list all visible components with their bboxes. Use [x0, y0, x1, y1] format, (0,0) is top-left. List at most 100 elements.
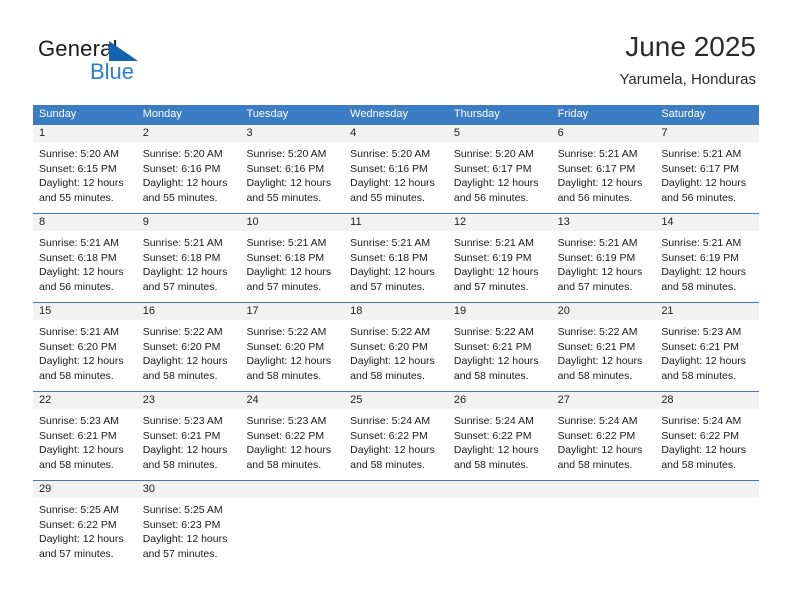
calendar-day-cell[interactable]: 3 Sunrise: 5:20 AM Sunset: 6:16 PM Daylight… [240, 125, 345, 213]
calendar-day-cell[interactable]: 6 Sunrise: 5:21 AM Sunset: 6:17 PM Daylight… [551, 125, 656, 213]
daylight-text-line1: Daylight: 12 hours [142, 177, 228, 189]
daylight-text-line1: Daylight: 12 hours [246, 355, 332, 367]
calendar-day-cell[interactable]: 24 Sunrise: 5:23 AM Sunset: 6:22 PM Dayligh… [240, 392, 345, 480]
day-details: Sunrise: 5:23 AM Sunset: 6:21 PM Daylight:… [33, 409, 137, 472]
sunset-text: Sunset: 6:22 PM [453, 429, 532, 442]
weekday-header-row: Sunday Monday Tuesday Wednesday Thursday… [33, 105, 759, 124]
day-number [240, 481, 345, 498]
daylight-text-line1: Daylight: 12 hours [350, 355, 435, 367]
sunrise-text: Sunrise: 5:21 AM [142, 237, 223, 249]
daylight-text-line2: and 57 minutes. [142, 280, 218, 293]
day-details: Sunrise: 5:22 AM Sunset: 6:21 PM Daylight:… [448, 320, 552, 383]
day-number: 30 [136, 481, 241, 498]
calendar-day-cell[interactable]: 27 Sunrise: 5:24 AM Sunset: 6:22 PM Dayligh… [551, 392, 656, 480]
day-number: 8 [33, 214, 137, 231]
calendar-day-cell[interactable]: 17 Sunrise: 5:22 AM Sunset: 6:20 PM Dayligh… [240, 303, 345, 391]
calendar-day-cell[interactable]: 29 Sunrise: 5:25 AM Sunset: 6:22 PM Dayligh… [33, 481, 137, 569]
sunrise-text: Sunrise: 5:21 AM [39, 237, 119, 249]
calendar-day-cell[interactable]: 8 Sunrise: 5:21 AM Sunset: 6:18 PM Daylight… [33, 214, 137, 302]
calendar-day-cell[interactable]: 26 Sunrise: 5:24 AM Sunset: 6:22 PM Dayligh… [447, 392, 552, 480]
daylight-text-line1: Daylight: 12 hours [350, 177, 435, 189]
day-details: Sunrise: 5:21 AM Sunset: 6:20 PM Daylight:… [33, 320, 137, 383]
day-details: Sunrise: 5:22 AM Sunset: 6:20 PM Daylight:… [240, 320, 344, 383]
calendar-day-cell[interactable]: 4 Sunrise: 5:20 AM Sunset: 6:16 PM Daylight… [344, 125, 448, 213]
calendar-day-cell[interactable]: 30 Sunrise: 5:25 AM Sunset: 6:23 PM Dayligh… [136, 481, 241, 569]
calendar-day-cell[interactable]: 11 Sunrise: 5:21 AM Sunset: 6:18 PM Dayligh… [344, 214, 448, 302]
daylight-text-line1: Daylight: 12 hours [142, 266, 228, 278]
calendar-day-cell[interactable]: 13 Sunrise: 5:21 AM Sunset: 6:19 PM Dayligh… [551, 214, 656, 302]
daylight-text-line2: and 58 minutes. [350, 458, 425, 471]
calendar-week-row: 15 Sunrise: 5:21 AM Sunset: 6:20 PM Dayligh… [33, 302, 760, 391]
sunrise-text: Sunrise: 5:20 AM [453, 148, 534, 160]
daylight-text-line2: and 58 minutes. [39, 369, 114, 382]
day-number: 2 [136, 125, 241, 142]
day-number: 17 [240, 303, 345, 320]
calendar-day-cell[interactable]: 18 Sunrise: 5:22 AM Sunset: 6:20 PM Dayligh… [344, 303, 448, 391]
sunset-text: Sunset: 6:20 PM [350, 340, 428, 353]
sunset-text: Sunset: 6:17 PM [661, 162, 739, 175]
daylight-text-line2: and 58 minutes. [142, 458, 218, 471]
day-number: 19 [447, 303, 552, 320]
calendar-day-cell[interactable]: 25 Sunrise: 5:24 AM Sunset: 6:22 PM Dayligh… [344, 392, 448, 480]
sunset-text: Sunset: 6:17 PM [453, 162, 532, 175]
day-details: Sunrise: 5:24 AM Sunset: 6:22 PM Daylight:… [655, 409, 759, 472]
day-number: 26 [447, 392, 552, 409]
calendar-day-cell[interactable]: 2 Sunrise: 5:20 AM Sunset: 6:16 PM Daylight… [136, 125, 241, 213]
daylight-text-line1: Daylight: 12 hours [557, 177, 643, 189]
daylight-text-line1: Daylight: 12 hours [661, 177, 746, 189]
sunrise-text: Sunrise: 5:21 AM [557, 148, 638, 160]
day-number: 5 [447, 125, 552, 142]
day-details: Sunrise: 5:20 AM Sunset: 6:17 PM Daylight:… [448, 142, 552, 205]
calendar-day-cell[interactable]: 7 Sunrise: 5:21 AM Sunset: 6:17 PM Daylight… [655, 125, 760, 213]
sunrise-text: Sunrise: 5:24 AM [661, 415, 742, 427]
day-details: Sunrise: 5:23 AM Sunset: 6:22 PM Daylight:… [240, 409, 344, 472]
day-details: Sunrise: 5:21 AM Sunset: 6:17 PM Daylight:… [552, 142, 656, 205]
day-details: Sunrise: 5:25 AM Sunset: 6:22 PM Daylight:… [33, 498, 137, 561]
calendar-day-cell[interactable]: 15 Sunrise: 5:21 AM Sunset: 6:20 PM Dayligh… [33, 303, 137, 391]
day-number [655, 481, 760, 498]
daylight-text-line2: and 57 minutes. [557, 280, 633, 293]
calendar-day-cell[interactable]: 21 Sunrise: 5:23 AM Sunset: 6:21 PM Dayligh… [655, 303, 760, 391]
day-details: Sunrise: 5:22 AM Sunset: 6:20 PM Daylight:… [137, 320, 241, 383]
daylight-text-line1: Daylight: 12 hours [661, 266, 746, 278]
calendar-day-cell[interactable]: 1 Sunrise: 5:20 AM Sunset: 6:15 PM Daylight… [33, 125, 137, 213]
daylight-text-line1: Daylight: 12 hours [350, 266, 435, 278]
calendar-day-cell[interactable]: 20 Sunrise: 5:22 AM Sunset: 6:21 PM Dayligh… [551, 303, 656, 391]
day-number: 24 [240, 392, 345, 409]
sunrise-text: Sunrise: 5:21 AM [453, 237, 534, 249]
calendar-day-cell[interactable]: 28 Sunrise: 5:24 AM Sunset: 6:22 PM Dayligh… [655, 392, 760, 480]
sunrise-text: Sunrise: 5:24 AM [350, 415, 431, 427]
sunset-text: Sunset: 6:21 PM [453, 340, 532, 353]
daylight-text-line2: and 57 minutes. [350, 280, 425, 293]
daylight-text-line2: and 58 minutes. [453, 458, 529, 471]
calendar-week-row: 8 Sunrise: 5:21 AM Sunset: 6:18 PM Daylight… [33, 213, 760, 302]
calendar-day-cell[interactable]: 9 Sunrise: 5:21 AM Sunset: 6:18 PM Daylight… [136, 214, 241, 302]
calendar-day-cell[interactable]: 14 Sunrise: 5:21 AM Sunset: 6:19 PM Dayligh… [655, 214, 760, 302]
sunrise-text: Sunrise: 5:21 AM [246, 237, 327, 249]
day-number: 15 [33, 303, 137, 320]
sunset-text: Sunset: 6:18 PM [39, 251, 117, 264]
sunset-text: Sunset: 6:21 PM [557, 340, 636, 353]
daylight-text-line1: Daylight: 12 hours [557, 355, 643, 367]
sunrise-text: Sunrise: 5:21 AM [661, 148, 742, 160]
sunset-text: Sunset: 6:21 PM [39, 429, 117, 442]
daylight-text-line1: Daylight: 12 hours [350, 444, 435, 456]
daylight-text-line2: and 58 minutes. [661, 369, 737, 382]
calendar-day-cell[interactable]: 19 Sunrise: 5:22 AM Sunset: 6:21 PM Dayligh… [447, 303, 552, 391]
general-blue-logo[interactable]: General Blue [38, 36, 258, 92]
calendar-day-cell[interactable]: 16 Sunrise: 5:22 AM Sunset: 6:20 PM Dayligh… [136, 303, 241, 391]
sunset-text: Sunset: 6:19 PM [661, 251, 739, 264]
calendar-day-cell[interactable]: 10 Sunrise: 5:21 AM Sunset: 6:18 PM Dayligh… [240, 214, 345, 302]
calendar-day-cell[interactable]: 5 Sunrise: 5:20 AM Sunset: 6:17 PM Daylight… [447, 125, 552, 213]
day-details: Sunrise: 5:24 AM Sunset: 6:22 PM Daylight:… [448, 409, 552, 472]
calendar-day-cell[interactable]: 23 Sunrise: 5:23 AM Sunset: 6:21 PM Dayligh… [136, 392, 241, 480]
sunrise-text: Sunrise: 5:20 AM [246, 148, 327, 160]
calendar-day-cell[interactable]: 22 Sunrise: 5:23 AM Sunset: 6:21 PM Dayligh… [33, 392, 137, 480]
day-number: 13 [551, 214, 656, 231]
weekday-header-monday: Monday [142, 108, 182, 120]
calendar-day-cell[interactable]: 12 Sunrise: 5:21 AM Sunset: 6:19 PM Dayligh… [447, 214, 552, 302]
weekday-header-thursday: Thursday [453, 108, 500, 120]
day-number: 25 [344, 392, 448, 409]
calendar-week-row: 1 Sunrise: 5:20 AM Sunset: 6:15 PM Daylight… [33, 124, 760, 213]
weekday-header-saturday: Saturday [661, 108, 706, 120]
